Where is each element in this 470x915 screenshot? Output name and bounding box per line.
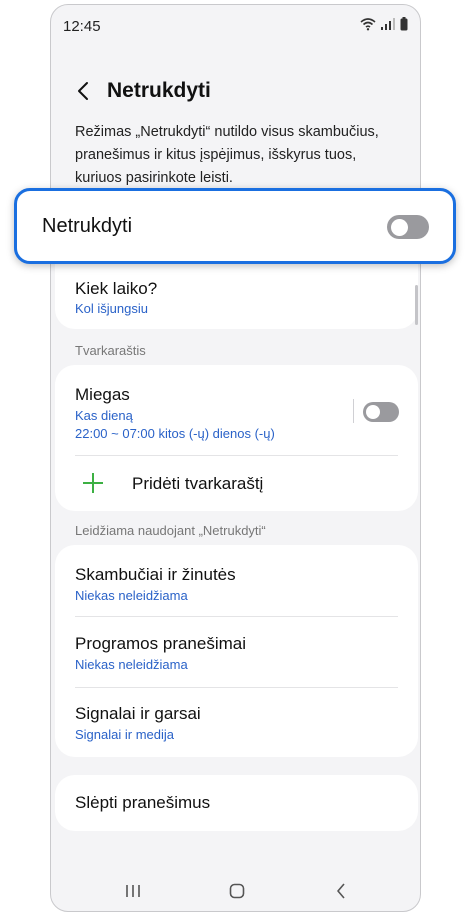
main-toggle-switch[interactable]	[387, 215, 429, 239]
row-separator	[353, 399, 354, 423]
nav-back-icon	[337, 883, 345, 899]
back-button[interactable]	[71, 77, 95, 105]
main-toggle-label: Netrukdyti	[42, 215, 133, 237]
chevron-left-icon	[78, 82, 88, 100]
sleep-toggle[interactable]	[363, 402, 399, 422]
allowed-item-calls[interactable]: Skambučiai ir žinutės Niekas neleidžiama	[55, 545, 418, 615]
allowed-section-title: Leidžiama naudojant „Netrukdyti“	[75, 523, 266, 538]
allowed-item-label: Signalai ir garsai	[75, 704, 201, 723]
add-schedule-label: Pridėti tvarkaraštį	[132, 474, 264, 493]
phone-screen: 12:45 Netrukdyti Režimas „Netrukdyti“ nu…	[50, 4, 421, 912]
schedule-item-days: Kas dieną	[75, 408, 133, 423]
home-button[interactable]	[222, 879, 252, 903]
plus-icon	[83, 473, 103, 493]
allowed-item-label: Skambučiai ir žinutės	[75, 565, 236, 584]
schedule-item-sleep[interactable]: Miegas Kas dieną 22:00 ~ 07:00 kitos (-ų…	[55, 365, 418, 453]
toggle-knob	[390, 218, 408, 236]
allowed-item-alarms[interactable]: Signalai ir garsai Signalai ir medija	[55, 688, 418, 757]
duration-value: Kol išjungsiu	[75, 301, 148, 316]
home-icon	[229, 883, 245, 899]
page-description: Režimas „Netrukdyti“ nutildo visus skamb…	[75, 124, 379, 186]
status-time: 12:45	[63, 18, 101, 35]
allowed-item-apps[interactable]: Programos pranešimai Niekas neleidžiama	[55, 617, 418, 687]
wifi-icon	[360, 18, 376, 31]
header: Netrukdyti	[51, 71, 420, 111]
page-title: Netrukdyti	[107, 79, 211, 102]
hide-notifications-row[interactable]: Slėpti pranešimus	[55, 775, 418, 831]
allowed-item-value: Niekas neleidžiama	[75, 588, 188, 603]
allowed-item-value: Signalai ir medija	[75, 727, 174, 742]
recents-icon	[126, 885, 140, 897]
allowed-card: Skambučiai ir žinutės Niekas neleidžiama…	[55, 545, 418, 757]
add-schedule-button[interactable]: Pridėti tvarkaraštį	[55, 456, 418, 511]
schedule-section-title: Tvarkaraštis	[75, 343, 146, 358]
schedule-item-label: Miegas	[75, 385, 130, 404]
status-bar: 12:45	[51, 5, 420, 45]
duration-label: Kiek laiko?	[75, 279, 158, 298]
allowed-item-value: Niekas neleidžiama	[75, 657, 188, 672]
allowed-item-label: Programos pranešimai	[75, 634, 247, 653]
nav-back-button[interactable]	[326, 879, 356, 903]
hide-notifications-label: Slėpti pranešimus	[75, 793, 211, 812]
status-icons	[360, 17, 408, 31]
recents-button[interactable]	[118, 879, 148, 903]
schedule-item-time: 22:00 ~ 07:00 kitos (-ų) dienos (-ų)	[75, 426, 275, 441]
battery-icon	[400, 17, 408, 31]
hide-notifications-card: Slėpti pranešimus	[55, 775, 418, 831]
toggle-knob	[366, 405, 380, 419]
signal-icon	[381, 18, 395, 30]
scrollbar[interactable]	[415, 285, 418, 325]
navigation-bar	[51, 867, 420, 911]
schedule-card: Miegas Kas dieną 22:00 ~ 07:00 kitos (-ų…	[55, 365, 418, 511]
main-toggle-row[interactable]: Netrukdyti	[14, 188, 456, 264]
